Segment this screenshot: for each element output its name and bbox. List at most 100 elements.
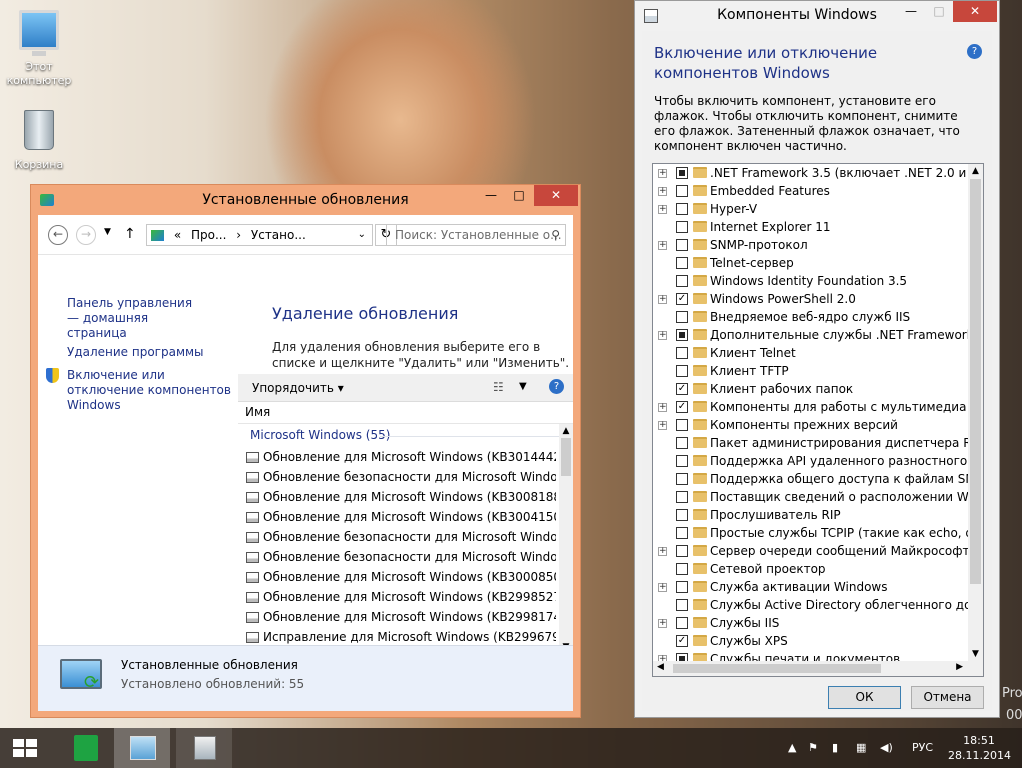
forward-button[interactable]: → [76,225,96,245]
feature-checkbox[interactable] [676,599,688,611]
feature-row[interactable]: Службы Active Directory облегченного дос… [653,596,983,614]
feature-row[interactable]: Поддержка API удаленного разностного сжа… [653,452,983,470]
feature-row[interactable]: Telnet-сервер [653,254,969,272]
up-button[interactable]: ↑ [124,226,136,242]
feature-row[interactable]: + Embedded Features [653,182,969,200]
title-bar[interactable]: Установленные обновления — □ ✕ [31,185,580,215]
scroll-up-arrow-icon[interactable]: ▲ [968,164,983,179]
minimize-button[interactable]: — [897,1,925,22]
network-icon[interactable]: ▦ [856,728,866,768]
minimize-button[interactable]: — [477,185,505,206]
expand-icon[interactable]: + [658,403,667,412]
feature-row[interactable]: + .NET Framework 3.5 (включает .NET 2.0 и… [653,164,983,182]
feature-row[interactable]: + Сервер очереди сообщений Майкрософт (MS… [653,542,983,560]
title-bar[interactable]: Компоненты Windows — □ ✕ [635,1,999,31]
feature-row[interactable]: ✓ Клиент рабочих папок [653,380,969,398]
close-button[interactable]: ✕ [534,185,578,206]
group-header[interactable]: Microsoft Windows (55) [250,428,390,442]
feature-checkbox[interactable] [676,167,688,179]
update-row[interactable]: Исправление для Microsoft Windows (KB299… [246,627,556,647]
clock[interactable]: 18:51 28.11.2014 [948,733,1011,763]
feature-checkbox[interactable] [676,581,688,593]
expand-icon[interactable]: + [658,295,667,304]
feature-checkbox[interactable] [676,437,688,449]
tree-vertical-scrollbar[interactable]: ▲ ▼ [968,164,983,662]
breadcrumb-chevron-icon[interactable]: › [236,228,241,242]
feature-row[interactable]: Internet Explorer 11 [653,218,969,236]
recent-locations-icon[interactable]: ▼ [104,227,111,237]
update-row[interactable]: Обновление безопасности для Microsoft Wi… [246,467,556,487]
address-bar[interactable]: « Про... › Устано... ⌄ [146,224,373,246]
scroll-down-arrow-icon[interactable]: ▼ [968,647,983,662]
organize-button[interactable]: Упорядочить ▾ [252,381,344,395]
feature-checkbox[interactable] [676,527,688,539]
maximize-button[interactable]: □ [925,1,953,22]
feature-row[interactable]: Поддержка общего доступа к файлам SMB 1.… [653,470,983,488]
tree-horizontal-scrollbar[interactable]: ◀ ▶ [653,661,983,676]
update-row[interactable]: Обновление для Microsoft Windows (KB3004… [246,507,556,527]
feature-checkbox[interactable] [676,455,688,467]
feature-row[interactable]: + Службы IIS [653,614,969,632]
feature-checkbox[interactable]: ✓ [676,293,688,305]
taskbar-store[interactable] [58,728,114,768]
feature-checkbox[interactable] [676,473,688,485]
language-indicator[interactable]: РУС [912,728,933,768]
volume-icon[interactable]: ◀) [880,728,893,768]
feature-checkbox[interactable] [676,185,688,197]
feature-checkbox[interactable] [676,311,688,323]
feature-checkbox[interactable] [676,221,688,233]
scroll-up-arrow-icon[interactable]: ▲ [559,424,573,438]
h-scroll-thumb[interactable] [673,664,881,673]
feature-checkbox[interactable]: ✓ [676,635,688,647]
feature-checkbox[interactable]: ✓ [676,383,688,395]
scroll-right-arrow-icon[interactable]: ▶ [956,662,963,672]
view-dropdown-icon[interactable]: ▼ [519,381,527,392]
cancel-button[interactable]: Отмена [911,686,984,709]
feature-checkbox[interactable] [676,545,688,557]
feature-checkbox[interactable] [676,509,688,521]
features-tree[interactable]: + .NET Framework 3.5 (включает .NET 2.0 и… [652,163,984,677]
expand-icon[interactable]: + [658,331,667,340]
feature-row[interactable]: Поставщик сведений о расположении Window [653,488,983,506]
update-row[interactable]: Обновление для Microsoft Windows (KB2998… [246,587,556,607]
update-row[interactable]: Обновление безопасности для Microsoft Wi… [246,527,556,547]
feature-checkbox[interactable] [676,239,688,251]
expand-icon[interactable]: + [658,187,667,196]
feature-checkbox[interactable] [676,617,688,629]
expand-icon[interactable]: + [658,547,667,556]
feature-row[interactable]: Простые службы TCPIP (такие как echo, da… [653,524,983,542]
column-header-name[interactable]: Имя [238,402,573,424]
feature-row[interactable]: Пакет администрирования диспетчера RAS-п… [653,434,983,452]
desktop-icon-this-pc[interactable]: Этот компьютер [4,10,74,88]
search-input[interactable]: Поиск: Установленные о... ⚲ [386,224,566,246]
expand-icon[interactable]: + [658,583,667,592]
taskbar-windows-features[interactable] [176,728,232,768]
expand-icon[interactable]: + [658,205,667,214]
turn-windows-features-link[interactable]: Включение или отключение компонентов Win… [67,368,237,413]
feature-row[interactable]: Сетевой проектор [653,560,969,578]
feature-row[interactable]: + Дополнительные службы .NET Framework 4.… [653,326,983,344]
show-hidden-icons-icon[interactable]: ▲ [788,728,796,768]
feature-checkbox[interactable] [676,257,688,269]
expand-icon[interactable]: + [658,241,667,250]
expand-icon[interactable]: + [658,421,667,430]
feature-row[interactable]: + SNMP-протокол [653,236,969,254]
ok-button[interactable]: ОК [828,686,901,709]
feature-row[interactable]: + ✓ Компоненты для работы с мультимедиа [653,398,969,416]
feature-row[interactable]: + Служба активации Windows [653,578,969,596]
update-row[interactable]: Обновление для Microsoft Windows (KB3014… [246,447,556,467]
feature-checkbox[interactable] [676,365,688,377]
update-row[interactable]: Обновление для Microsoft Windows (KB3000… [246,567,556,587]
scroll-thumb[interactable] [970,179,981,584]
feature-row[interactable]: Windows Identity Foundation 3.5 [653,272,969,290]
feature-checkbox[interactable] [676,203,688,215]
scroll-thumb[interactable] [561,438,571,476]
control-panel-home-link[interactable]: Панель управления — домашняя страница [67,296,207,341]
expand-icon[interactable]: + [658,169,667,178]
breadcrumb-installed-updates[interactable]: Устано... [251,228,306,242]
help-icon[interactable]: ? [967,44,982,59]
feature-checkbox[interactable] [676,491,688,503]
update-row[interactable]: Обновление безопасности для Microsoft Wi… [246,547,556,567]
desktop-icon-recycle-bin[interactable]: Корзина [4,110,74,172]
view-options-icon[interactable]: ☷ [493,380,504,394]
